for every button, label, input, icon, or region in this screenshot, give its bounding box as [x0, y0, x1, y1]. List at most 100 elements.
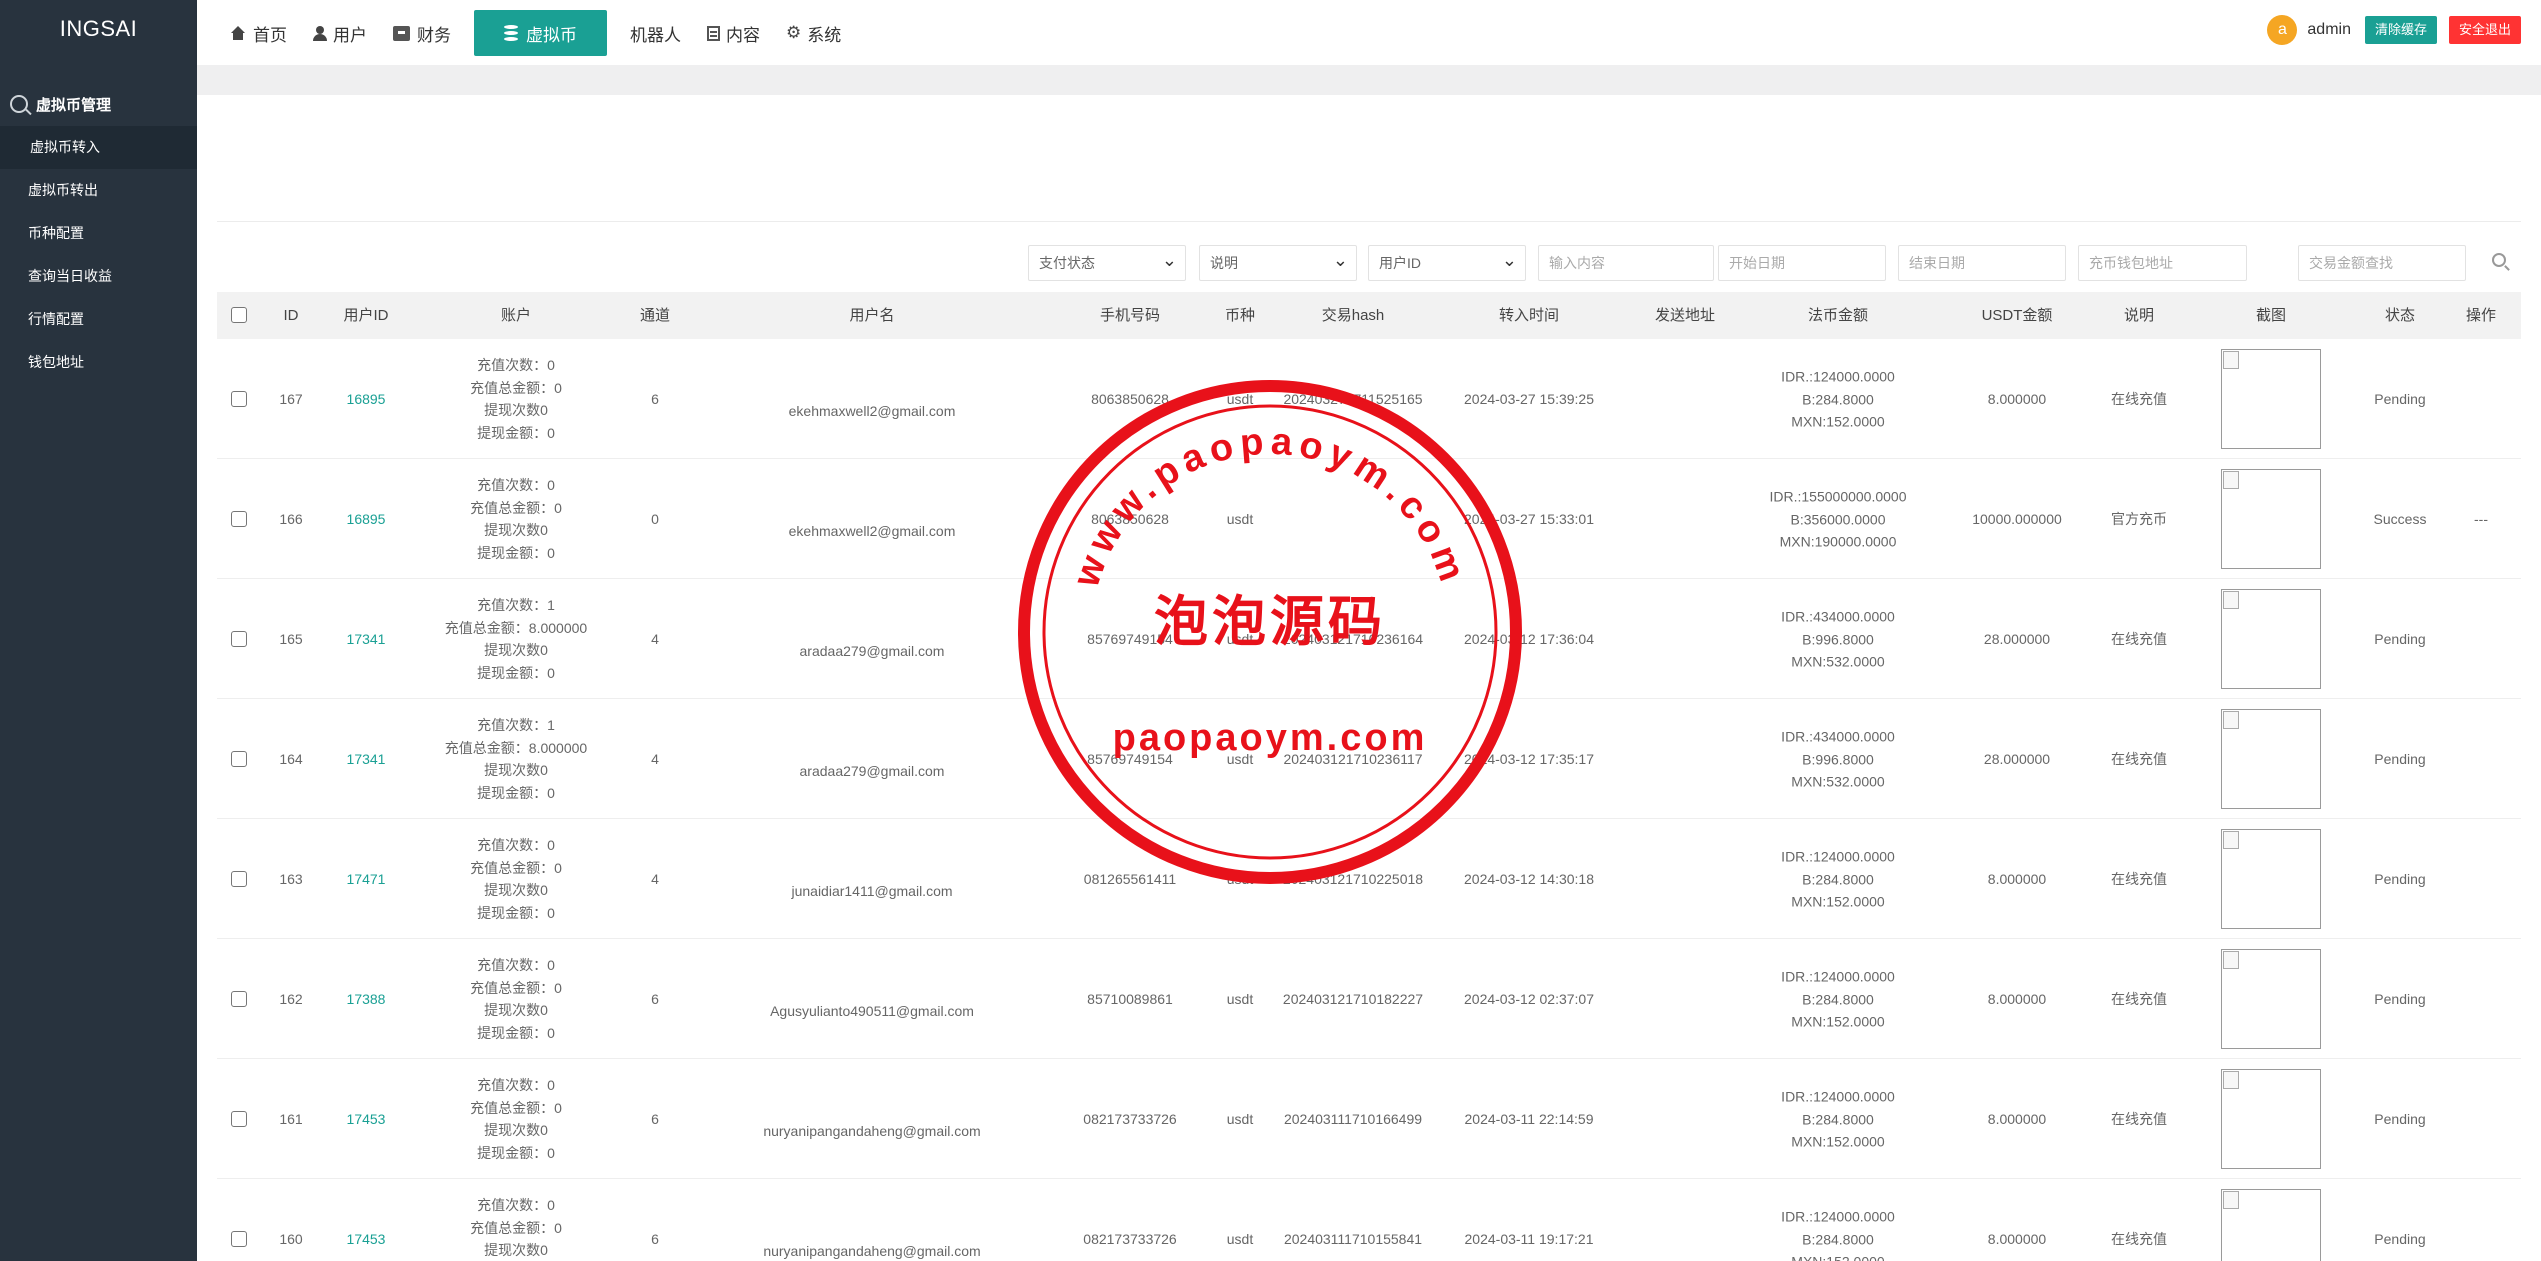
start-date-input[interactable]: 开始日期	[1718, 245, 1886, 281]
clear-cache-button[interactable]: 清除缓存	[2364, 16, 2437, 44]
sidebar-group-crypto[interactable]: 虚拟币管理	[0, 82, 197, 126]
app-logo[interactable]: INGSAI	[0, 0, 197, 60]
row-checkbox[interactable]	[231, 751, 247, 767]
avatar[interactable]: a	[2267, 15, 2298, 45]
nav-system[interactable]: ⚙ 系统	[773, 10, 854, 56]
sidebar: INGSAI 虚拟币管理 虚拟币转入 虚拟币转出 币种配置 查询当日收益 行情配…	[0, 0, 197, 1261]
wallet-address-input[interactable]: 充币钱包地址	[2078, 245, 2247, 281]
row-checkbox[interactable]	[231, 511, 247, 527]
cell-user-id-link[interactable]: 17453	[347, 1228, 386, 1251]
cell-username: ekehmaxwell2@gmail.com	[788, 522, 956, 539]
cell-phone: 081265561411	[1083, 870, 1177, 887]
cell-phone: 85710089861	[1087, 990, 1173, 1007]
col-user-id: 用户ID	[343, 307, 389, 324]
cell-time: 2024-03-12 17:36:04	[1464, 630, 1594, 647]
sidebar-item-market-config[interactable]: 行情配置	[0, 298, 197, 341]
screenshot-thumbnail[interactable]	[2221, 709, 2321, 809]
nav-content[interactable]: 内容	[694, 10, 773, 56]
row-checkbox[interactable]	[231, 631, 247, 647]
nav-crypto[interactable]: 虚拟币	[474, 10, 607, 56]
sidebar-item-crypto-withdraw[interactable]: 虚拟币转出	[0, 169, 197, 212]
screenshot-thumbnail[interactable]	[2221, 829, 2321, 929]
row-checkbox[interactable]	[231, 871, 247, 887]
fiat-line: B:284.8000	[1802, 990, 1874, 1007]
nav-crypto-label: 虚拟币	[526, 25, 577, 45]
cell-usdt-amount: 8.000000	[1987, 990, 2047, 1007]
cell-username: nuryanipangandaheng@gmail.com	[763, 1122, 981, 1139]
cell-tx-hash: 202403121710225018	[1282, 870, 1424, 887]
cell-user-id-link[interactable]: 16895	[347, 508, 386, 531]
col-from-address: 发送地址	[1654, 307, 1716, 324]
cell-user-id-link[interactable]: 17471	[347, 868, 386, 891]
fiat-line: IDR.:124000.0000	[1781, 968, 1895, 985]
nav-home[interactable]: 首页	[217, 10, 300, 56]
cell-phone: 8063850628	[1091, 510, 1169, 527]
screenshot-thumbnail[interactable]	[2221, 949, 2321, 1049]
cell-usdt-amount: 8.000000	[1987, 1110, 2047, 1127]
account-line: 充值次数：1	[477, 717, 555, 733]
cell-coin: usdt	[1226, 510, 1254, 527]
row-checkbox[interactable]	[231, 991, 247, 1007]
fiat-line: MXN:152.0000	[1791, 413, 1885, 430]
table-row: 16017453充值次数：0充值总金额：0提现次数0提现金额：06nuryani…	[217, 1179, 2521, 1261]
account-line: 提现金额：0	[477, 904, 555, 921]
cell-user-id-link[interactable]: 17341	[347, 748, 386, 771]
col-usdt-amount: USDT金额	[1981, 307, 2053, 324]
row-checkbox[interactable]	[231, 1231, 247, 1247]
cell-fiat-amount: IDR.:124000.0000 B:284.8000 MXN:152.0000	[1781, 1085, 1895, 1153]
nav-finance[interactable]: 财务	[380, 10, 464, 56]
select-all-checkbox[interactable]	[231, 307, 247, 323]
screenshot-thumbnail[interactable]	[2221, 469, 2321, 569]
screenshot-thumbnail[interactable]	[2221, 589, 2321, 689]
user-area: a admin 清除缓存 安全退出	[2267, 14, 2521, 46]
user-id-select[interactable]: 用户ID	[1368, 245, 1526, 281]
account-line: 提现次数0	[484, 522, 548, 538]
nav-users-label: 用户	[333, 25, 367, 45]
keyword-input[interactable]: 输入内容	[1538, 245, 1714, 281]
nav-system-label: 系统	[807, 25, 842, 45]
screenshot-thumbnail[interactable]	[2221, 349, 2321, 449]
account-line: 充值总金额：8.000000	[444, 739, 588, 756]
cell-user-id-link[interactable]: 17341	[347, 628, 386, 651]
cell-time: 2024-03-12 17:35:17	[1464, 750, 1594, 767]
row-checkbox[interactable]	[231, 391, 247, 407]
row-checkbox[interactable]	[231, 1111, 247, 1127]
account-line: 提现金额：0	[477, 1024, 555, 1041]
cell-fiat-amount: IDR.:155000000.0000 B:356000.0000 MXN:1900…	[1770, 485, 1907, 553]
amount-search-input[interactable]: 交易金额查找	[2298, 245, 2466, 281]
cell-usdt-amount: 28.000000	[1983, 630, 2051, 647]
cell-user-id-link[interactable]: 16895	[347, 388, 386, 411]
pay-status-select[interactable]: 支付状态	[1028, 245, 1186, 281]
cell-status: Success	[2373, 510, 2427, 527]
account-line: 提现金额：0	[477, 784, 555, 801]
remark-select[interactable]: 说明	[1199, 245, 1357, 281]
nav-users[interactable]: 用户	[300, 10, 380, 56]
fiat-line: MXN:532.0000	[1791, 653, 1885, 670]
cell-user-id-link[interactable]: 17388	[347, 988, 386, 1011]
nav-robot[interactable]: 机器人	[617, 10, 694, 56]
col-screenshot: 截图	[2255, 307, 2287, 324]
username-label[interactable]: admin	[2307, 21, 2351, 39]
sidebar-item-daily-income[interactable]: 查询当日收益	[0, 255, 197, 298]
col-account: 账户	[500, 307, 532, 324]
end-date-input[interactable]: 结束日期	[1898, 245, 2066, 281]
cell-remark: 官方充币	[2111, 510, 2167, 527]
screenshot-thumbnail[interactable]	[2221, 1069, 2321, 1169]
account-line: 充值总金额：0	[470, 1219, 562, 1236]
account-line: 充值总金额：8.000000	[444, 619, 588, 636]
cell-action[interactable]: ---	[2474, 508, 2488, 531]
cell-coin: usdt	[1226, 870, 1254, 887]
fiat-line: B:284.8000	[1802, 390, 1874, 407]
screenshot-thumbnail[interactable]	[2221, 1189, 2321, 1261]
search-button[interactable]	[2490, 251, 2512, 273]
sidebar-item-wallet-address[interactable]: 钱包地址	[0, 341, 197, 384]
cell-id: 167	[279, 390, 303, 407]
fiat-line: IDR.:124000.0000	[1781, 1208, 1895, 1225]
document-icon	[707, 25, 720, 41]
sidebar-item-crypto-deposit[interactable]: 虚拟币转入	[0, 126, 197, 169]
cell-user-id-link[interactable]: 17453	[347, 1108, 386, 1131]
cell-coin: usdt	[1226, 630, 1254, 647]
cell-tx-hash: 202403271711525165	[1283, 390, 1423, 407]
logout-button[interactable]: 安全退出	[2448, 16, 2521, 44]
sidebar-item-coin-config[interactable]: 币种配置	[0, 212, 197, 255]
